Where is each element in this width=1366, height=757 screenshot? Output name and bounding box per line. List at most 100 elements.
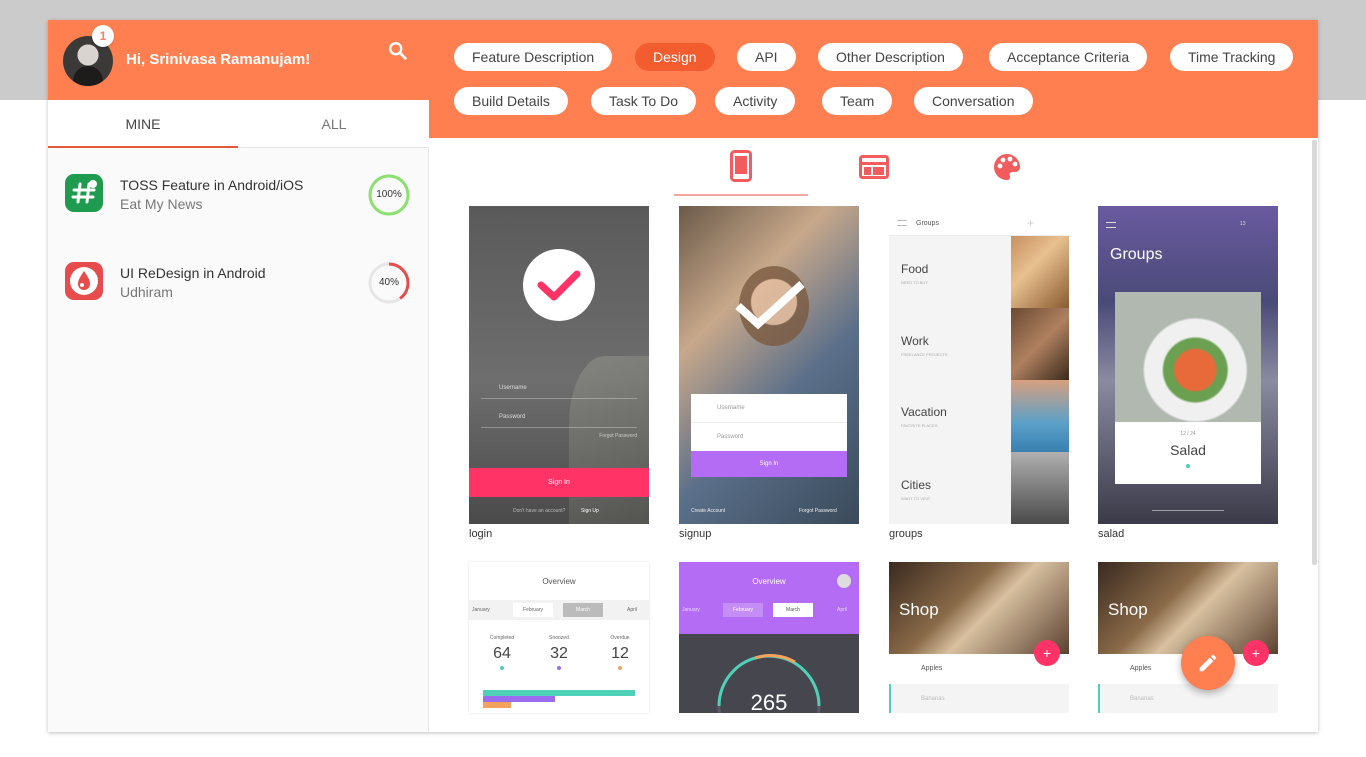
tab-web[interactable] — [807, 138, 941, 196]
blood-drop-app-icon — [65, 262, 103, 300]
shop-title: Shop — [1108, 600, 1148, 619]
sidebar-header: 1 Hi, Srinivasa Ramanujam! — [48, 20, 429, 100]
design-thumbnail: Overview January February March April 26… — [679, 562, 859, 713]
overview-value: 265 — [750, 690, 788, 713]
chip-activity[interactable]: Activity — [715, 87, 796, 115]
menu-icon — [1106, 222, 1116, 228]
tab-mobile[interactable] — [674, 138, 808, 196]
stat-value: 12 — [611, 645, 629, 662]
add-fab-icon: + — [1034, 640, 1060, 666]
design-thumbnail: Overview January February March April Co… — [469, 562, 649, 713]
design-card-shop[interactable]: Shop + Apples Bananas — [889, 562, 1069, 713]
chip-feature-description[interactable]: Feature Description — [454, 43, 613, 71]
salad-photo — [1115, 292, 1261, 422]
sidebar-tabs: MINE ALL — [48, 100, 429, 148]
add-icon: + — [1027, 216, 1035, 230]
project-subtitle: Eat My News — [120, 196, 203, 212]
mobile-icon — [730, 150, 752, 182]
group-name: Work — [901, 334, 929, 348]
design-card-signup[interactable]: Username Password Sign In Create Account… — [679, 206, 859, 540]
web-layout-icon — [859, 155, 889, 179]
design-card-overview-dark[interactable]: Overview January February March April 26… — [679, 562, 859, 713]
stat-label: Snoozed — [549, 635, 569, 641]
design-thumbnail: Shop + Apples Bananas — [889, 562, 1069, 713]
stat-dot — [557, 666, 561, 670]
user-greeting: Hi, Srinivasa Ramanujam! — [126, 51, 311, 68]
month-strip — [469, 600, 649, 620]
chip-build-details[interactable]: Build Details — [454, 87, 568, 115]
edit-fab-button[interactable] — [1181, 636, 1235, 690]
group-sub: FAVORITE PLACES — [901, 423, 938, 428]
sidebar: 1 Hi, Srinivasa Ramanujam! MINE ALL TOSS… — [48, 20, 429, 732]
progress-label: 40% — [378, 277, 399, 288]
tab-all[interactable]: ALL — [239, 100, 429, 148]
shop-item: Bananas — [1130, 696, 1154, 702]
month-label: March — [563, 603, 603, 617]
chip-api[interactable]: API — [737, 43, 796, 71]
design-card-shop-2[interactable]: Shop + Apples Bananas — [1098, 562, 1278, 713]
menu-icon — [897, 220, 907, 226]
stat-dot — [618, 666, 622, 670]
project-item[interactable]: TOSS Feature in Android/iOS Eat My News … — [48, 149, 429, 237]
check-circle-icon — [523, 249, 595, 321]
chip-task-to-do[interactable]: Task To Do — [591, 87, 696, 115]
design-label: login — [469, 528, 493, 540]
login-signup-link: Sign Up — [581, 508, 599, 514]
design-card-overview[interactable]: Overview January February March April Co… — [469, 562, 649, 713]
chip-design[interactable]: Design — [635, 43, 715, 71]
chip-other-description[interactable]: Other Description — [818, 43, 963, 71]
add-fab-icon: + — [1243, 640, 1269, 666]
month-label: January — [682, 607, 700, 613]
shop-item: Apples — [921, 665, 943, 672]
design-thumbnail: Username Password Sign In Create Account… — [679, 206, 859, 524]
notification-badge[interactable]: 1 — [92, 25, 114, 47]
salad-badge: 13 — [1240, 221, 1246, 227]
month-label: January — [472, 607, 490, 613]
salad-title: Groups — [1110, 246, 1163, 263]
stat-value: 64 — [493, 645, 511, 662]
design-card-salad[interactable]: 13 Groups 12 / 24 Salad salad — [1098, 206, 1278, 540]
search-icon[interactable] — [387, 40, 409, 62]
stat-value: 32 — [550, 645, 568, 662]
app-window: 1 Hi, Srinivasa Ramanujam! MINE ALL TOSS… — [48, 20, 1318, 732]
overview-header — [679, 562, 859, 634]
vertical-scrollbar[interactable] — [1312, 140, 1317, 565]
group-sub: FREELANCE PROJECTS — [901, 352, 948, 357]
salad-counter: 12 / 24 — [1180, 431, 1196, 437]
login-forgot-link: Forgot Password — [599, 433, 637, 439]
shop-item: Bananas — [921, 696, 945, 702]
group-name: Vacation — [901, 405, 947, 419]
vacation-photo — [1011, 380, 1069, 452]
chip-acceptance-criteria[interactable]: Acceptance Criteria — [989, 43, 1148, 71]
login-signin-button: Sign In — [469, 468, 649, 497]
chip-conversation[interactable]: Conversation — [914, 87, 1033, 115]
signup-username-field: Username — [691, 394, 847, 423]
salad-dot — [1186, 464, 1190, 468]
month-label: February — [723, 603, 763, 617]
tab-mine[interactable]: MINE — [48, 100, 238, 148]
design-card-groups[interactable]: Groups + Food NEED TO BUY Work FREELANCE… — [889, 206, 1069, 540]
group-sub: NEED TO BUY — [901, 280, 928, 285]
signup-signin-button: Sign In — [691, 451, 847, 477]
tab-palette[interactable] — [940, 138, 1074, 196]
groups-title: Groups — [916, 220, 939, 227]
palette-icon — [994, 154, 1020, 180]
design-view-tabs — [429, 138, 1318, 198]
design-card-login[interactable]: Username Password Forgot Password Sign I… — [469, 206, 649, 540]
stat-label: Overdue — [610, 635, 630, 641]
group-name: Cities — [901, 478, 932, 492]
project-title: TOSS Feature in Android/iOS — [120, 177, 304, 193]
login-footer-text: Don't have an account? — [513, 508, 566, 514]
work-photo — [1011, 308, 1069, 380]
salad-pager — [1152, 510, 1224, 511]
chip-time-tracking[interactable]: Time Tracking — [1170, 43, 1294, 71]
project-item[interactable]: UI ReDesign in Android Udhiram 40% — [48, 237, 429, 325]
month-label: April — [627, 607, 638, 613]
design-thumbnail: Username Password Forgot Password Sign I… — [469, 206, 649, 524]
shop-title: Shop — [899, 600, 939, 619]
overview-title: Overview — [542, 577, 576, 586]
month-label: March — [773, 603, 813, 617]
chip-team[interactable]: Team — [822, 87, 893, 115]
design-label: salad — [1098, 528, 1125, 540]
stat-dot — [500, 666, 504, 670]
